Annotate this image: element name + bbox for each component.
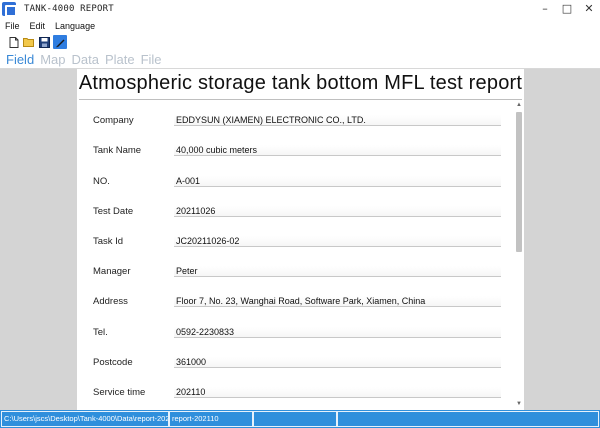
tank-name-field[interactable]: 40,000 cubic meters bbox=[174, 145, 501, 156]
status-bar: C:\Users\jscs\Desktop\Tank-4000\Data\rep… bbox=[0, 410, 600, 428]
toolbar bbox=[0, 34, 600, 50]
menu-language[interactable]: Language bbox=[50, 21, 100, 31]
menu-file[interactable]: File bbox=[0, 21, 25, 31]
field-row-test-date: Test Date 20211026 bbox=[93, 206, 503, 220]
field-label: Test Date bbox=[93, 206, 134, 217]
field-row-company: Company EDDYSUN (XIAMEN) ELECTRONIC CO.,… bbox=[93, 115, 503, 129]
field-row-postcode: Postcode 361000 bbox=[93, 357, 503, 371]
field-label: Service time bbox=[93, 387, 146, 398]
tab-map[interactable]: Map bbox=[37, 52, 68, 67]
menu-edit[interactable]: Edit bbox=[25, 21, 51, 31]
status-panel-4 bbox=[337, 411, 599, 427]
tab-data[interactable]: Data bbox=[68, 52, 101, 67]
edit-pen-icon[interactable] bbox=[53, 35, 67, 49]
maximize-button[interactable]: □ bbox=[556, 0, 578, 18]
scroll-down-icon[interactable]: ▼ bbox=[515, 400, 523, 408]
tab-bar: Field Map Data Plate File bbox=[0, 51, 600, 69]
manager-field[interactable]: Peter bbox=[174, 266, 501, 277]
new-file-icon[interactable] bbox=[8, 36, 20, 48]
close-button[interactable]: ✕ bbox=[578, 0, 600, 18]
field-row-manager: Manager Peter bbox=[93, 266, 503, 280]
status-panel-3 bbox=[253, 411, 337, 427]
number-field[interactable]: A-001 bbox=[174, 176, 501, 187]
field-row-tank-name: Tank Name 40,000 cubic meters bbox=[93, 145, 503, 159]
field-row-tel: Tel. 0592-2230833 bbox=[93, 327, 503, 341]
report-page: Atmospheric storage tank bottom MFL test… bbox=[77, 69, 524, 410]
scroll-thumb[interactable] bbox=[516, 112, 522, 252]
field-row-address: Address Floor 7, No. 23, Wanghai Road, S… bbox=[93, 296, 503, 310]
tab-plate[interactable]: Plate bbox=[102, 52, 138, 67]
window-title: TANK-4000 REPORT bbox=[24, 4, 114, 14]
tab-file[interactable]: File bbox=[138, 52, 165, 67]
menu-bar: File Edit Language bbox=[0, 18, 600, 33]
tab-field[interactable]: Field bbox=[3, 52, 37, 67]
report-title: Atmospheric storage tank bottom MFL test… bbox=[78, 72, 523, 94]
field-label: Company bbox=[93, 115, 134, 126]
app-icon bbox=[2, 2, 17, 17]
minimize-button[interactable]: – bbox=[534, 0, 556, 18]
status-file: report-202110 bbox=[169, 411, 253, 427]
title-divider bbox=[79, 99, 522, 100]
field-label: Address bbox=[93, 296, 128, 307]
field-label: Tel. bbox=[93, 327, 108, 338]
field-row-task-id: Task Id JC20211026-02 bbox=[93, 236, 503, 250]
open-folder-icon[interactable] bbox=[23, 36, 35, 48]
content-area: Atmospheric storage tank bottom MFL test… bbox=[0, 69, 600, 410]
scroll-up-icon[interactable]: ▲ bbox=[515, 101, 523, 109]
test-date-field[interactable]: 20211026 bbox=[174, 206, 501, 217]
company-field[interactable]: EDDYSUN (XIAMEN) ELECTRONIC CO., LTD. bbox=[174, 115, 501, 126]
address-field[interactable]: Floor 7, No. 23, Wanghai Road, Software … bbox=[174, 296, 501, 307]
tel-field[interactable]: 0592-2230833 bbox=[174, 327, 501, 338]
title-bar: TANK-4000 REPORT – □ ✕ bbox=[0, 0, 600, 18]
field-row-no: NO. A-001 bbox=[93, 176, 503, 190]
save-icon[interactable] bbox=[38, 36, 50, 48]
service-time-field[interactable]: 202110 bbox=[174, 387, 501, 398]
status-path: C:\Users\jscs\Desktop\Tank-4000\Data\rep… bbox=[1, 411, 169, 427]
field-label: NO. bbox=[93, 176, 110, 187]
field-row-service-time: Service time 202110 bbox=[93, 387, 503, 401]
field-label: Task Id bbox=[93, 236, 124, 247]
vertical-scrollbar[interactable]: ▲ ▼ bbox=[515, 101, 523, 408]
postcode-field[interactable]: 361000 bbox=[174, 357, 501, 368]
field-label: Tank Name bbox=[93, 145, 142, 156]
window-controls: – □ ✕ bbox=[534, 0, 600, 18]
task-id-field[interactable]: JC20211026-02 bbox=[174, 236, 501, 247]
field-label: Manager bbox=[93, 266, 131, 277]
field-label: Postcode bbox=[93, 357, 133, 368]
